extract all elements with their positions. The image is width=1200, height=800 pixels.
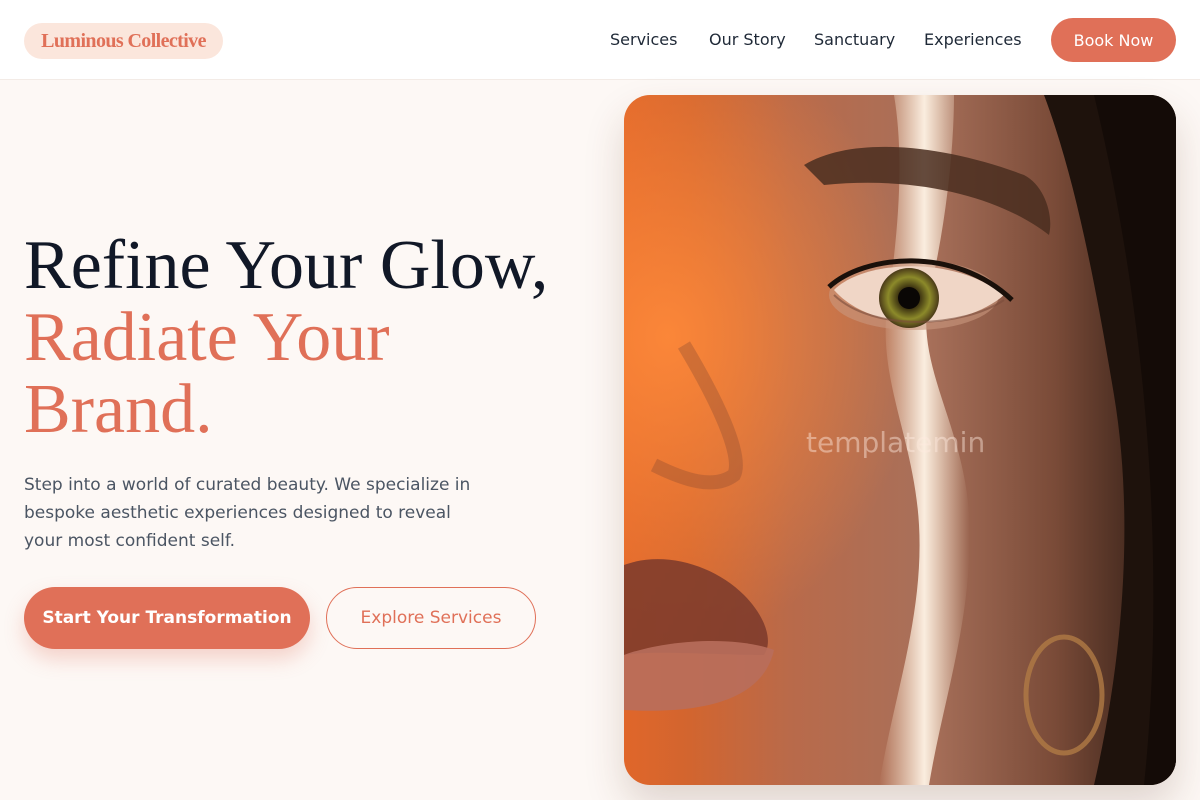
headline-line-2: Radiate Your [24, 299, 390, 376]
navbar: Luminous Collective Services Our Story S… [0, 0, 1200, 80]
hero-subtitle: Step into a world of curated beauty. We … [24, 475, 471, 551]
nav-link-services[interactable]: Services [610, 30, 677, 50]
nav-link-our-story[interactable]: Our Story [709, 30, 786, 50]
nav-link-sanctuary[interactable]: Sanctuary [814, 30, 895, 50]
hero-headline: Refine Your Glow, Radiate Your Brand. [24, 230, 548, 446]
portrait-illustration [624, 95, 1176, 785]
explore-services-button[interactable]: Explore Services [326, 587, 536, 649]
headline-line-1: Refine Your Glow, [24, 227, 549, 304]
nav-link-experiences[interactable]: Experiences [924, 30, 1022, 50]
headline-line-3: Brand. [24, 371, 213, 448]
hero-portrait-image [624, 95, 1176, 785]
book-now-button[interactable]: Book Now [1051, 18, 1176, 62]
brand-logo[interactable]: Luminous Collective [24, 23, 223, 59]
start-transformation-button[interactable]: Start Your Transformation [24, 587, 310, 649]
